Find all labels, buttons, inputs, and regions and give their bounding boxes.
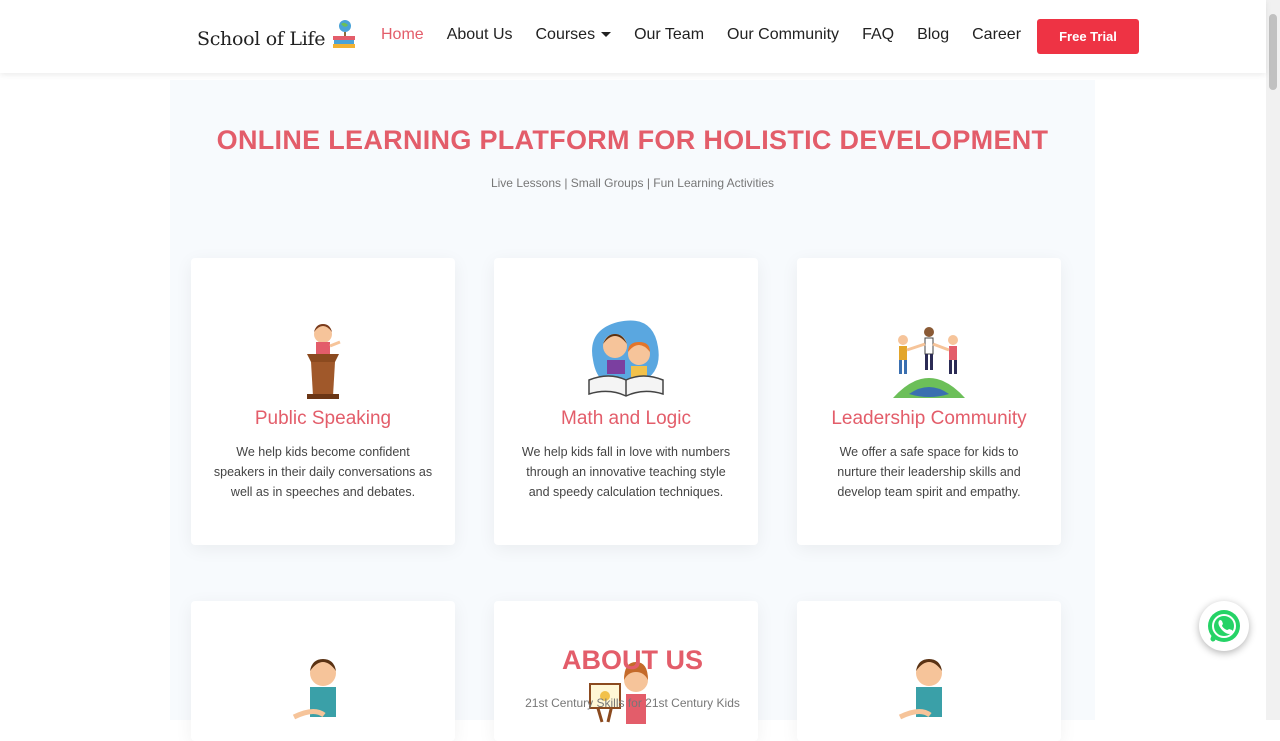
- card-text: We help kids become confident speakers i…: [213, 445, 433, 499]
- card-title: Leadership Community: [831, 408, 1027, 429]
- leadership-community-illustration: [797, 320, 1061, 400]
- nav-about-us[interactable]: About Us: [447, 26, 513, 44]
- site-header: School of Life Home About Us Courses Our…: [0, 0, 1266, 73]
- scrollbar-thumb[interactable]: [1269, 14, 1277, 90]
- public-speaking-illustration: [191, 320, 455, 400]
- math-logic-illustration: [494, 320, 758, 400]
- card-text: We offer a safe space for kids to nurtur…: [837, 445, 1021, 499]
- globe-books-icon: [333, 20, 356, 48]
- logo[interactable]: School of Life: [197, 18, 358, 50]
- whatsapp-button[interactable]: [1199, 601, 1249, 651]
- nav-blog[interactable]: Blog: [917, 26, 949, 44]
- free-trial-button[interactable]: Free Trial: [1037, 19, 1139, 54]
- about-subtitle: 21st Century Skills for 21st Century Kid…: [525, 696, 740, 710]
- main-nav: Home About Us Courses Our Team Our Commu…: [381, 26, 1044, 44]
- hero-title: ONLINE LEARNING PLATFORM FOR HOLISTIC DE…: [216, 125, 1049, 155]
- card-leadership-community[interactable]: Leadership Community We offer a safe spa…: [797, 258, 1061, 545]
- scrollbar[interactable]: [1266, 0, 1280, 720]
- whatsapp-icon: [1208, 610, 1240, 642]
- nav-our-community[interactable]: Our Community: [727, 26, 839, 44]
- logo-text: School of Life: [197, 28, 326, 50]
- nav-faq[interactable]: FAQ: [862, 26, 894, 44]
- about-title: ABOUT US: [562, 645, 703, 675]
- hero-subtitle: Live Lessons | Small Groups | Fun Learni…: [490, 176, 775, 190]
- chevron-down-icon: [601, 32, 612, 38]
- card-title: Math and Logic: [561, 408, 691, 429]
- nav-home[interactable]: Home: [381, 26, 424, 44]
- card-title: Public Speaking: [254, 408, 392, 429]
- nav-courses-label: Courses: [535, 26, 596, 43]
- nav-courses[interactable]: Courses: [536, 26, 612, 44]
- nav-career[interactable]: Career: [972, 26, 1021, 44]
- card-text: We help kids fall in love with numbers t…: [521, 445, 731, 499]
- main-section: ONLINE LEARNING PLATFORM FOR HOLISTIC DE…: [170, 80, 1095, 741]
- card-public-speaking[interactable]: Public Speaking We help kids become conf…: [191, 258, 455, 545]
- nav-our-team[interactable]: Our Team: [634, 26, 704, 44]
- card-math-and-logic[interactable]: Math and Logic We help kids fall in love…: [494, 258, 758, 545]
